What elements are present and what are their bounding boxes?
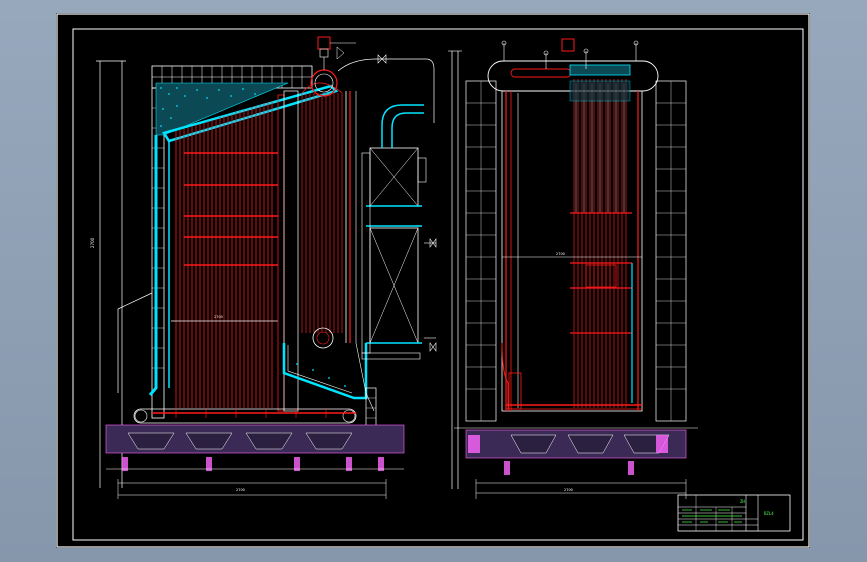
boiler-drawing: 2700 2700 2700 2700 2700 ZH DZL4 [56, 13, 810, 548]
front-dim-label: 2700 [556, 252, 565, 256]
left-brick-wall [151, 87, 165, 419]
title-block-label-a: ZH [740, 499, 745, 504]
convection-bank [301, 93, 343, 333]
safety-valve [317, 36, 331, 50]
side-section-view: 2700 2700 2700 [90, 36, 437, 499]
lower-drum [312, 327, 334, 349]
front-safety-valve [561, 38, 575, 52]
front-section-view: 2700 2700 [448, 38, 698, 499]
side-dim-label: 2700 [236, 488, 245, 492]
chain-grate [133, 408, 357, 424]
title-block: ZH DZL4 [677, 494, 791, 532]
front-dim-label: 2700 [564, 488, 573, 492]
flue-duct [391, 112, 424, 148]
title-block-label-b: DZL4 [764, 511, 774, 516]
furnace-water-wall [175, 101, 273, 408]
side-dim-label: 2700 [214, 315, 223, 319]
side-dim-label: 2700 [90, 237, 95, 248]
cad-viewport[interactable]: 2700 2700 2700 2700 2700 ZH DZL4 [56, 13, 810, 548]
